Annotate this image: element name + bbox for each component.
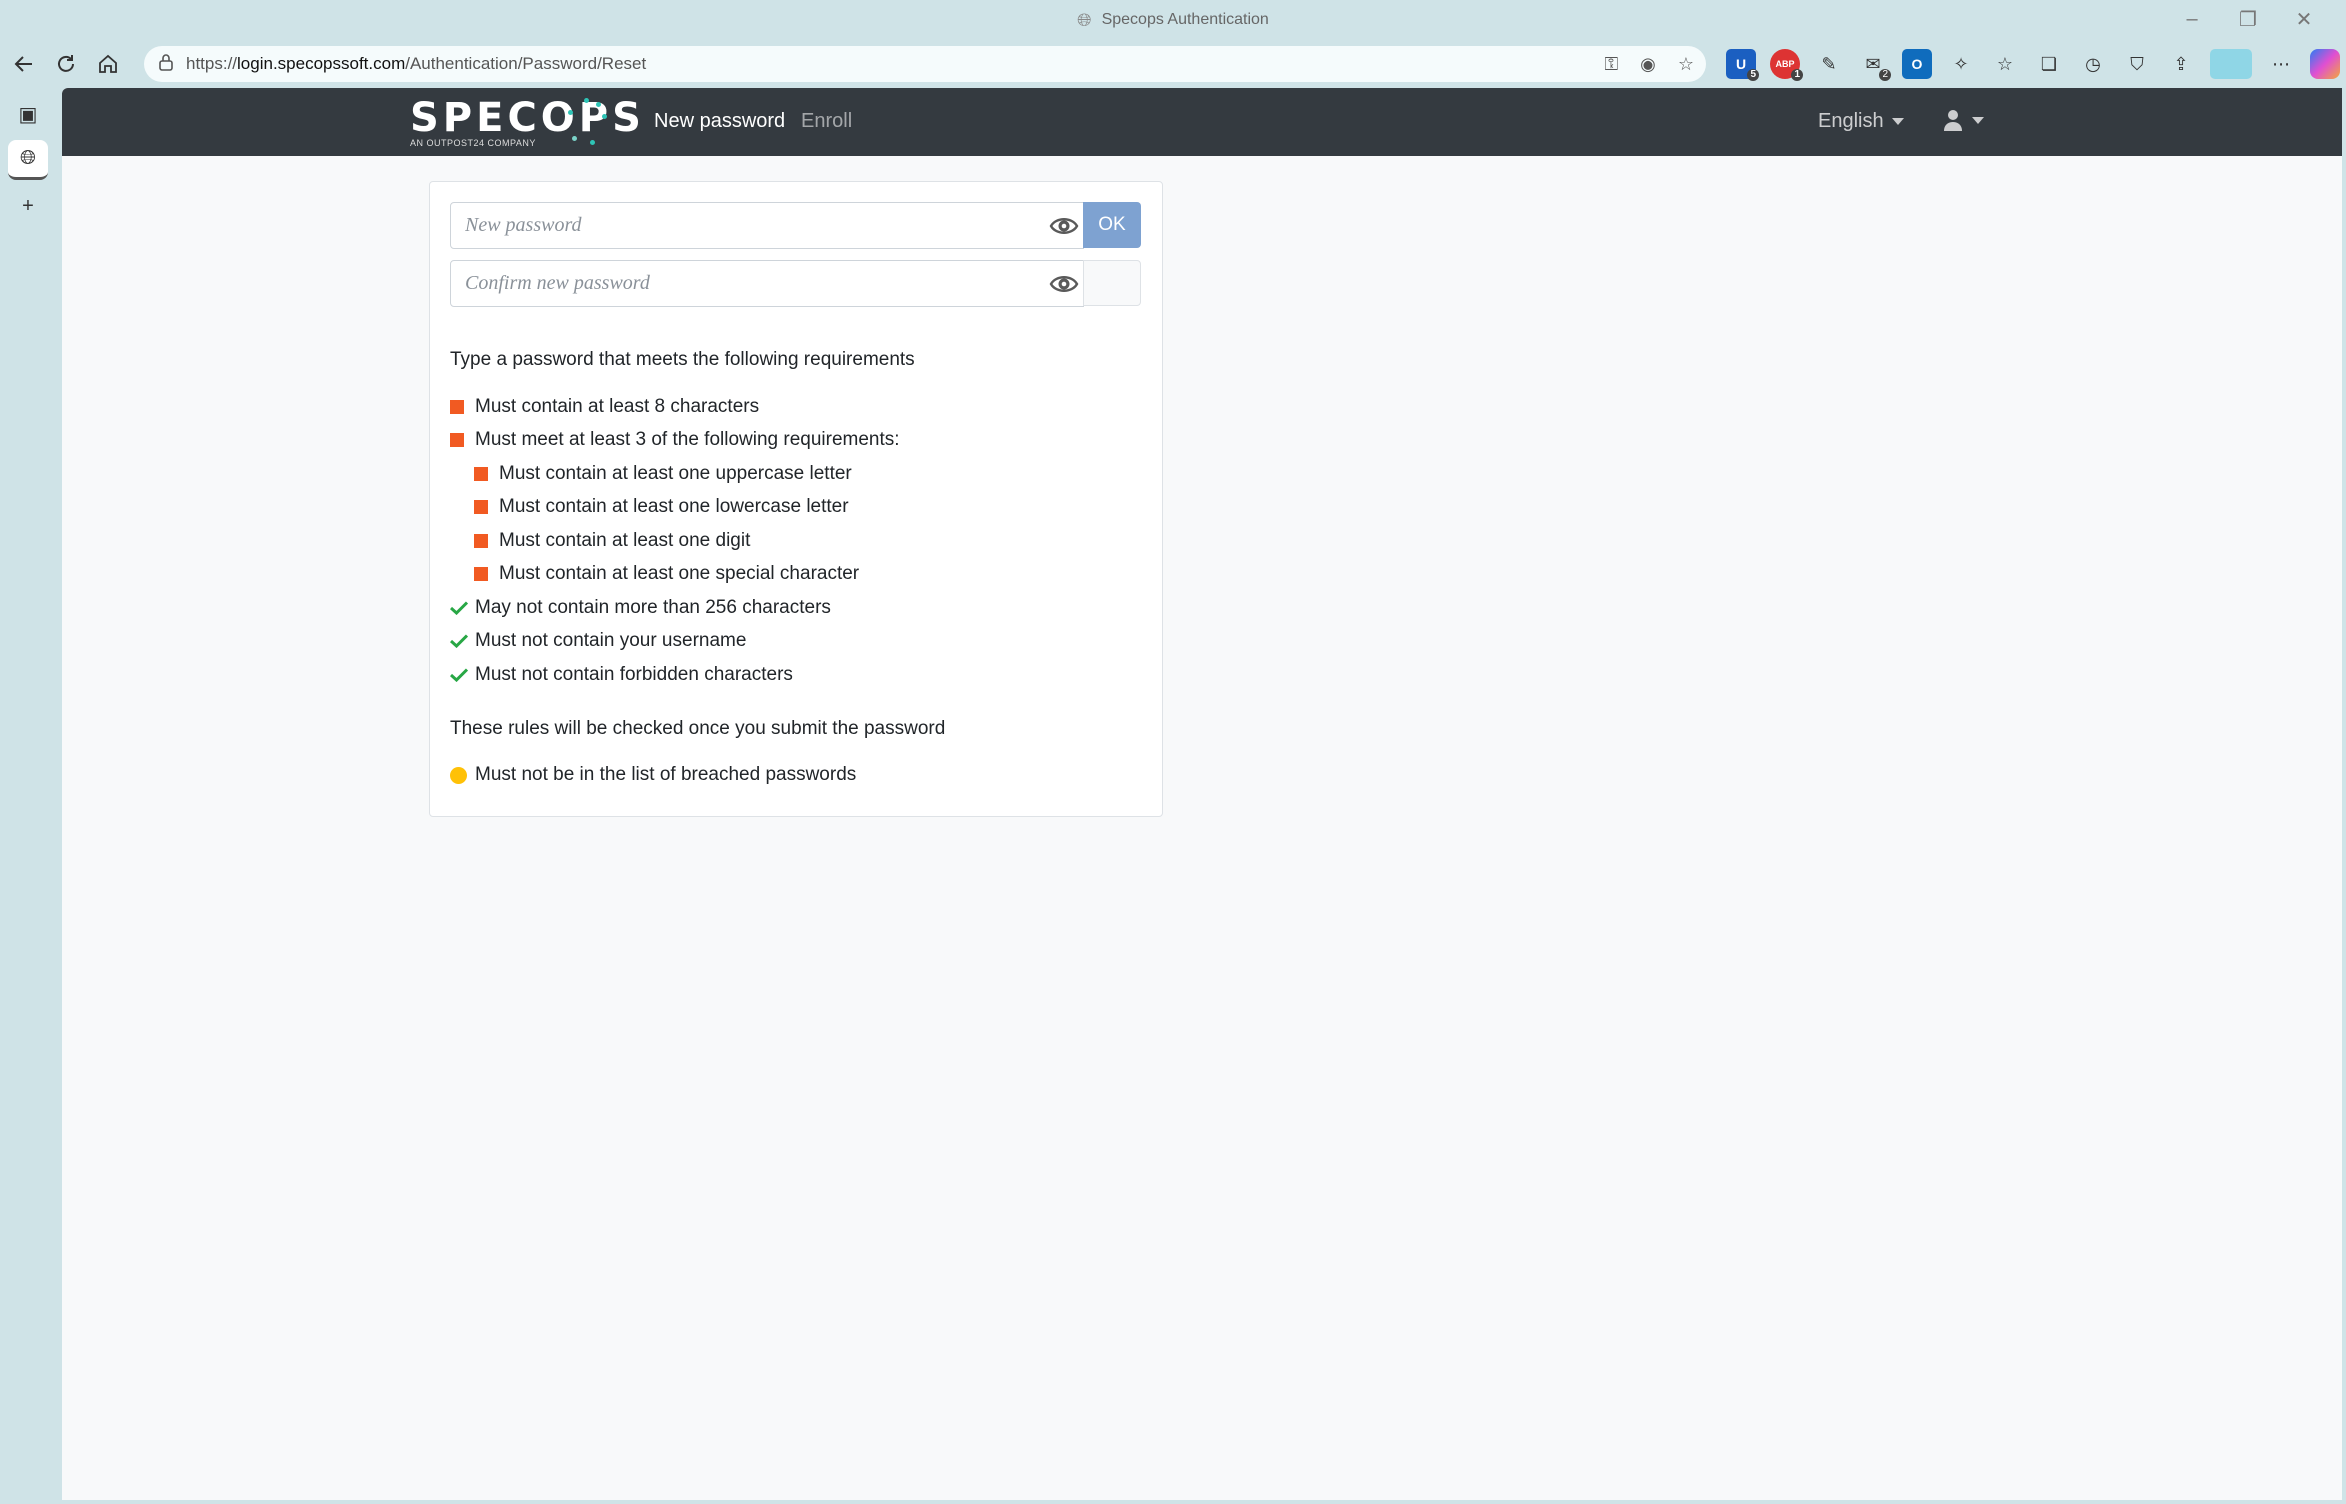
- logo-dots: [562, 96, 612, 146]
- requirement-text: Must contain at least one lowercase lett…: [499, 496, 849, 518]
- favorites-icon[interactable]: ☆: [1990, 49, 2020, 79]
- back-button[interactable]: [3, 44, 45, 84]
- check-icon: [450, 634, 468, 649]
- requirement-item: Must contain at least one digit: [450, 524, 900, 558]
- collections-icon[interactable]: ❏: [2034, 49, 2064, 79]
- specops-logo[interactable]: SPECOPS AN OUTPOST24 COMPANY: [410, 98, 645, 148]
- chevron-down-icon: [1891, 118, 1904, 126]
- unmet-status-icon: [474, 500, 488, 515]
- confirm-addon-placeholder: [1083, 260, 1141, 306]
- unmet-status-icon: [474, 567, 488, 582]
- breached-password-rule: Must not be in the list of breached pass…: [450, 764, 856, 786]
- history-icon[interactable]: ◷: [2078, 49, 2108, 79]
- requirements-list: Must contain at least 8 characters Must m…: [450, 390, 900, 692]
- requirement-item: Must not contain your username: [450, 625, 900, 659]
- check-icon: [450, 601, 468, 615]
- requirement-item: Must contain at least 8 characters: [450, 390, 900, 424]
- window-title: Specops Authentication: [1101, 11, 1269, 28]
- site-navbar: SPECOPS AN OUTPOST24 COMPANY New passwor…: [62, 88, 2342, 156]
- address-bar[interactable]: https://login.specopssoft.com/Authentica…: [144, 46, 1706, 82]
- chevron-down-icon: [1972, 116, 1984, 124]
- star-icon[interactable]: ☆: [1678, 54, 1694, 75]
- globe-icon: 🌐︎: [1077, 9, 1092, 30]
- eye-tracking-icon[interactable]: ◉: [1640, 54, 1656, 75]
- extensions-puzzle-icon[interactable]: ✧: [1946, 49, 1976, 79]
- key-icon[interactable]: ⚿: [1604, 54, 1618, 75]
- new-password-input[interactable]: [451, 203, 1031, 248]
- unmet-status-icon: [450, 399, 464, 414]
- adblock-icon[interactable]: ABP 1: [1770, 49, 1803, 81]
- home-button[interactable]: [87, 44, 129, 84]
- requirement-item: Must contain at least one lowercase lett…: [450, 491, 900, 525]
- url-text[interactable]: https://login.specopssoft.com/Authentica…: [186, 54, 646, 74]
- requirement-text: Must not contain forbidden characters: [475, 663, 793, 685]
- requirement-text: Must meet at least 3 of the following re…: [475, 429, 900, 451]
- language-dropdown[interactable]: English: [1818, 110, 1904, 133]
- nav-enroll[interactable]: Enroll: [801, 110, 852, 133]
- requirement-text: Must contain at least one uppercase lett…: [499, 462, 852, 484]
- user-icon: [1944, 110, 1962, 131]
- submit-rules-note: These rules will be checked once you sub…: [450, 718, 946, 739]
- requirement-item: Must not contain forbidden characters: [450, 658, 900, 692]
- requirement-item: Must meet at least 3 of the following re…: [450, 424, 900, 458]
- breached-password-rule-text: Must not be in the list of breached pass…: [475, 764, 857, 785]
- password-reset-card: OK Type a password that meets the follow…: [429, 181, 1163, 817]
- more-icon[interactable]: ⋯: [2266, 49, 2296, 79]
- window-controls: – ❐ ✕: [2164, 0, 2332, 38]
- unmet-status-icon: [450, 433, 464, 448]
- unmet-status-icon: [474, 533, 488, 548]
- user-menu[interactable]: [1942, 108, 1984, 132]
- requirement-text: May not contain more than 256 characters: [475, 596, 831, 618]
- share-icon[interactable]: ⇪: [2166, 49, 2196, 79]
- bitwarden-icon[interactable]: U5: [1726, 49, 1759, 81]
- copilot-icon[interactable]: [2310, 49, 2340, 79]
- minimize-icon[interactable]: –: [2164, 8, 2220, 31]
- window-titlebar: 🌐︎ Specops Authentication – ❐ ✕: [0, 0, 2346, 40]
- extension-icon[interactable]: ✎: [1814, 49, 1844, 79]
- show-password-eye-icon[interactable]: [1049, 213, 1079, 239]
- page-viewport: SPECOPS AN OUTPOST24 COMPANY New passwor…: [62, 88, 2342, 1500]
- shield-icon[interactable]: ⛉: [2122, 49, 2152, 79]
- requirement-item: Must contain at least one uppercase lett…: [450, 457, 900, 491]
- extension-icon[interactable]: ✉ 2: [1858, 49, 1891, 81]
- requirement-item: May not contain more than 256 characters: [450, 591, 900, 625]
- browser-toolbar: https://login.specopssoft.com/Authentica…: [0, 44, 2346, 84]
- close-icon[interactable]: ✕: [2276, 7, 2332, 32]
- profile-avatar[interactable]: [2210, 49, 2252, 79]
- refresh-button[interactable]: [45, 44, 87, 84]
- new-tab-icon[interactable]: +: [8, 186, 48, 226]
- requirement-text: Must not contain your username: [475, 630, 747, 652]
- requirement-text: Must contain at least one special charac…: [499, 563, 860, 585]
- requirement-text: Must contain at least 8 characters: [475, 395, 760, 417]
- refresh-icon: [58, 55, 74, 72]
- requirement-item: Must contain at least one special charac…: [450, 558, 900, 592]
- new-password-field: [450, 202, 1084, 249]
- confirm-password-input[interactable]: [451, 261, 1031, 306]
- vertical-tab-strip: ▣ 🌐︎ +: [0, 88, 60, 1504]
- requirements-intro: Type a password that meets the following…: [450, 349, 915, 370]
- home-icon: [99, 54, 117, 73]
- extensions-bar: U5 ABP 1 ✎ ✉ 2 O ✧ ☆ ❏ ◷ ⛉ ⇪ ⋯: [1726, 44, 2340, 84]
- outlook-icon[interactable]: O: [1902, 49, 1932, 79]
- back-arrow-icon: [14, 56, 32, 72]
- show-confirm-password-eye-icon[interactable]: [1049, 271, 1079, 297]
- unmet-status-icon: [474, 466, 488, 481]
- pending-status-icon: [450, 766, 467, 784]
- requirement-text: Must contain at least one digit: [499, 529, 751, 551]
- confirm-password-field: [450, 260, 1084, 307]
- tab-actions-icon[interactable]: ▣: [8, 94, 48, 134]
- restore-icon[interactable]: ❐: [2220, 7, 2276, 32]
- tab-globe-icon[interactable]: 🌐︎: [8, 140, 48, 180]
- lock-icon[interactable]: [158, 53, 174, 75]
- check-icon: [450, 668, 468, 682]
- nav-new-password[interactable]: New password: [654, 110, 785, 133]
- ok-button[interactable]: OK: [1083, 202, 1141, 248]
